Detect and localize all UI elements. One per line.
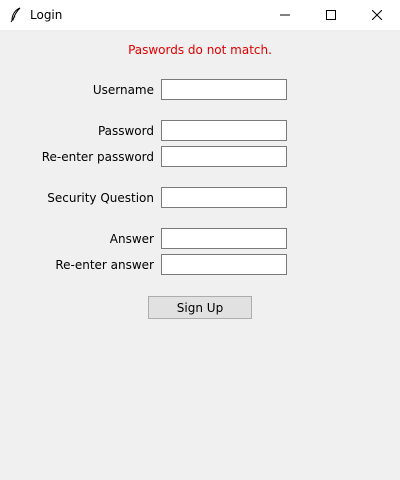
sign-up-button[interactable]: Sign Up <box>148 296 252 319</box>
error-message: Paswords do not match. <box>128 43 272 57</box>
minimize-icon <box>280 14 290 16</box>
answer-label: Answer <box>109 232 154 246</box>
security-question-input[interactable] <box>161 187 287 208</box>
answer-input[interactable] <box>161 228 287 249</box>
minimize-button[interactable] <box>262 0 308 30</box>
title-bar: Login <box>0 0 400 30</box>
feather-icon <box>9 7 23 23</box>
reenter-password-input[interactable] <box>161 146 287 167</box>
password-label: Password <box>97 124 154 138</box>
reenter-password-label: Re-enter password <box>41 150 154 164</box>
window-title: Login <box>30 8 63 22</box>
maximize-icon <box>326 10 336 20</box>
reenter-answer-input[interactable] <box>161 254 287 275</box>
maximize-button[interactable] <box>308 0 354 30</box>
password-input[interactable] <box>161 120 287 141</box>
close-icon <box>372 10 382 20</box>
reenter-answer-label: Re-enter answer <box>55 258 154 272</box>
security-question-label: Security Question <box>47 191 154 205</box>
username-input[interactable] <box>161 79 287 100</box>
username-label: Username <box>92 83 154 97</box>
close-button[interactable] <box>354 0 400 30</box>
